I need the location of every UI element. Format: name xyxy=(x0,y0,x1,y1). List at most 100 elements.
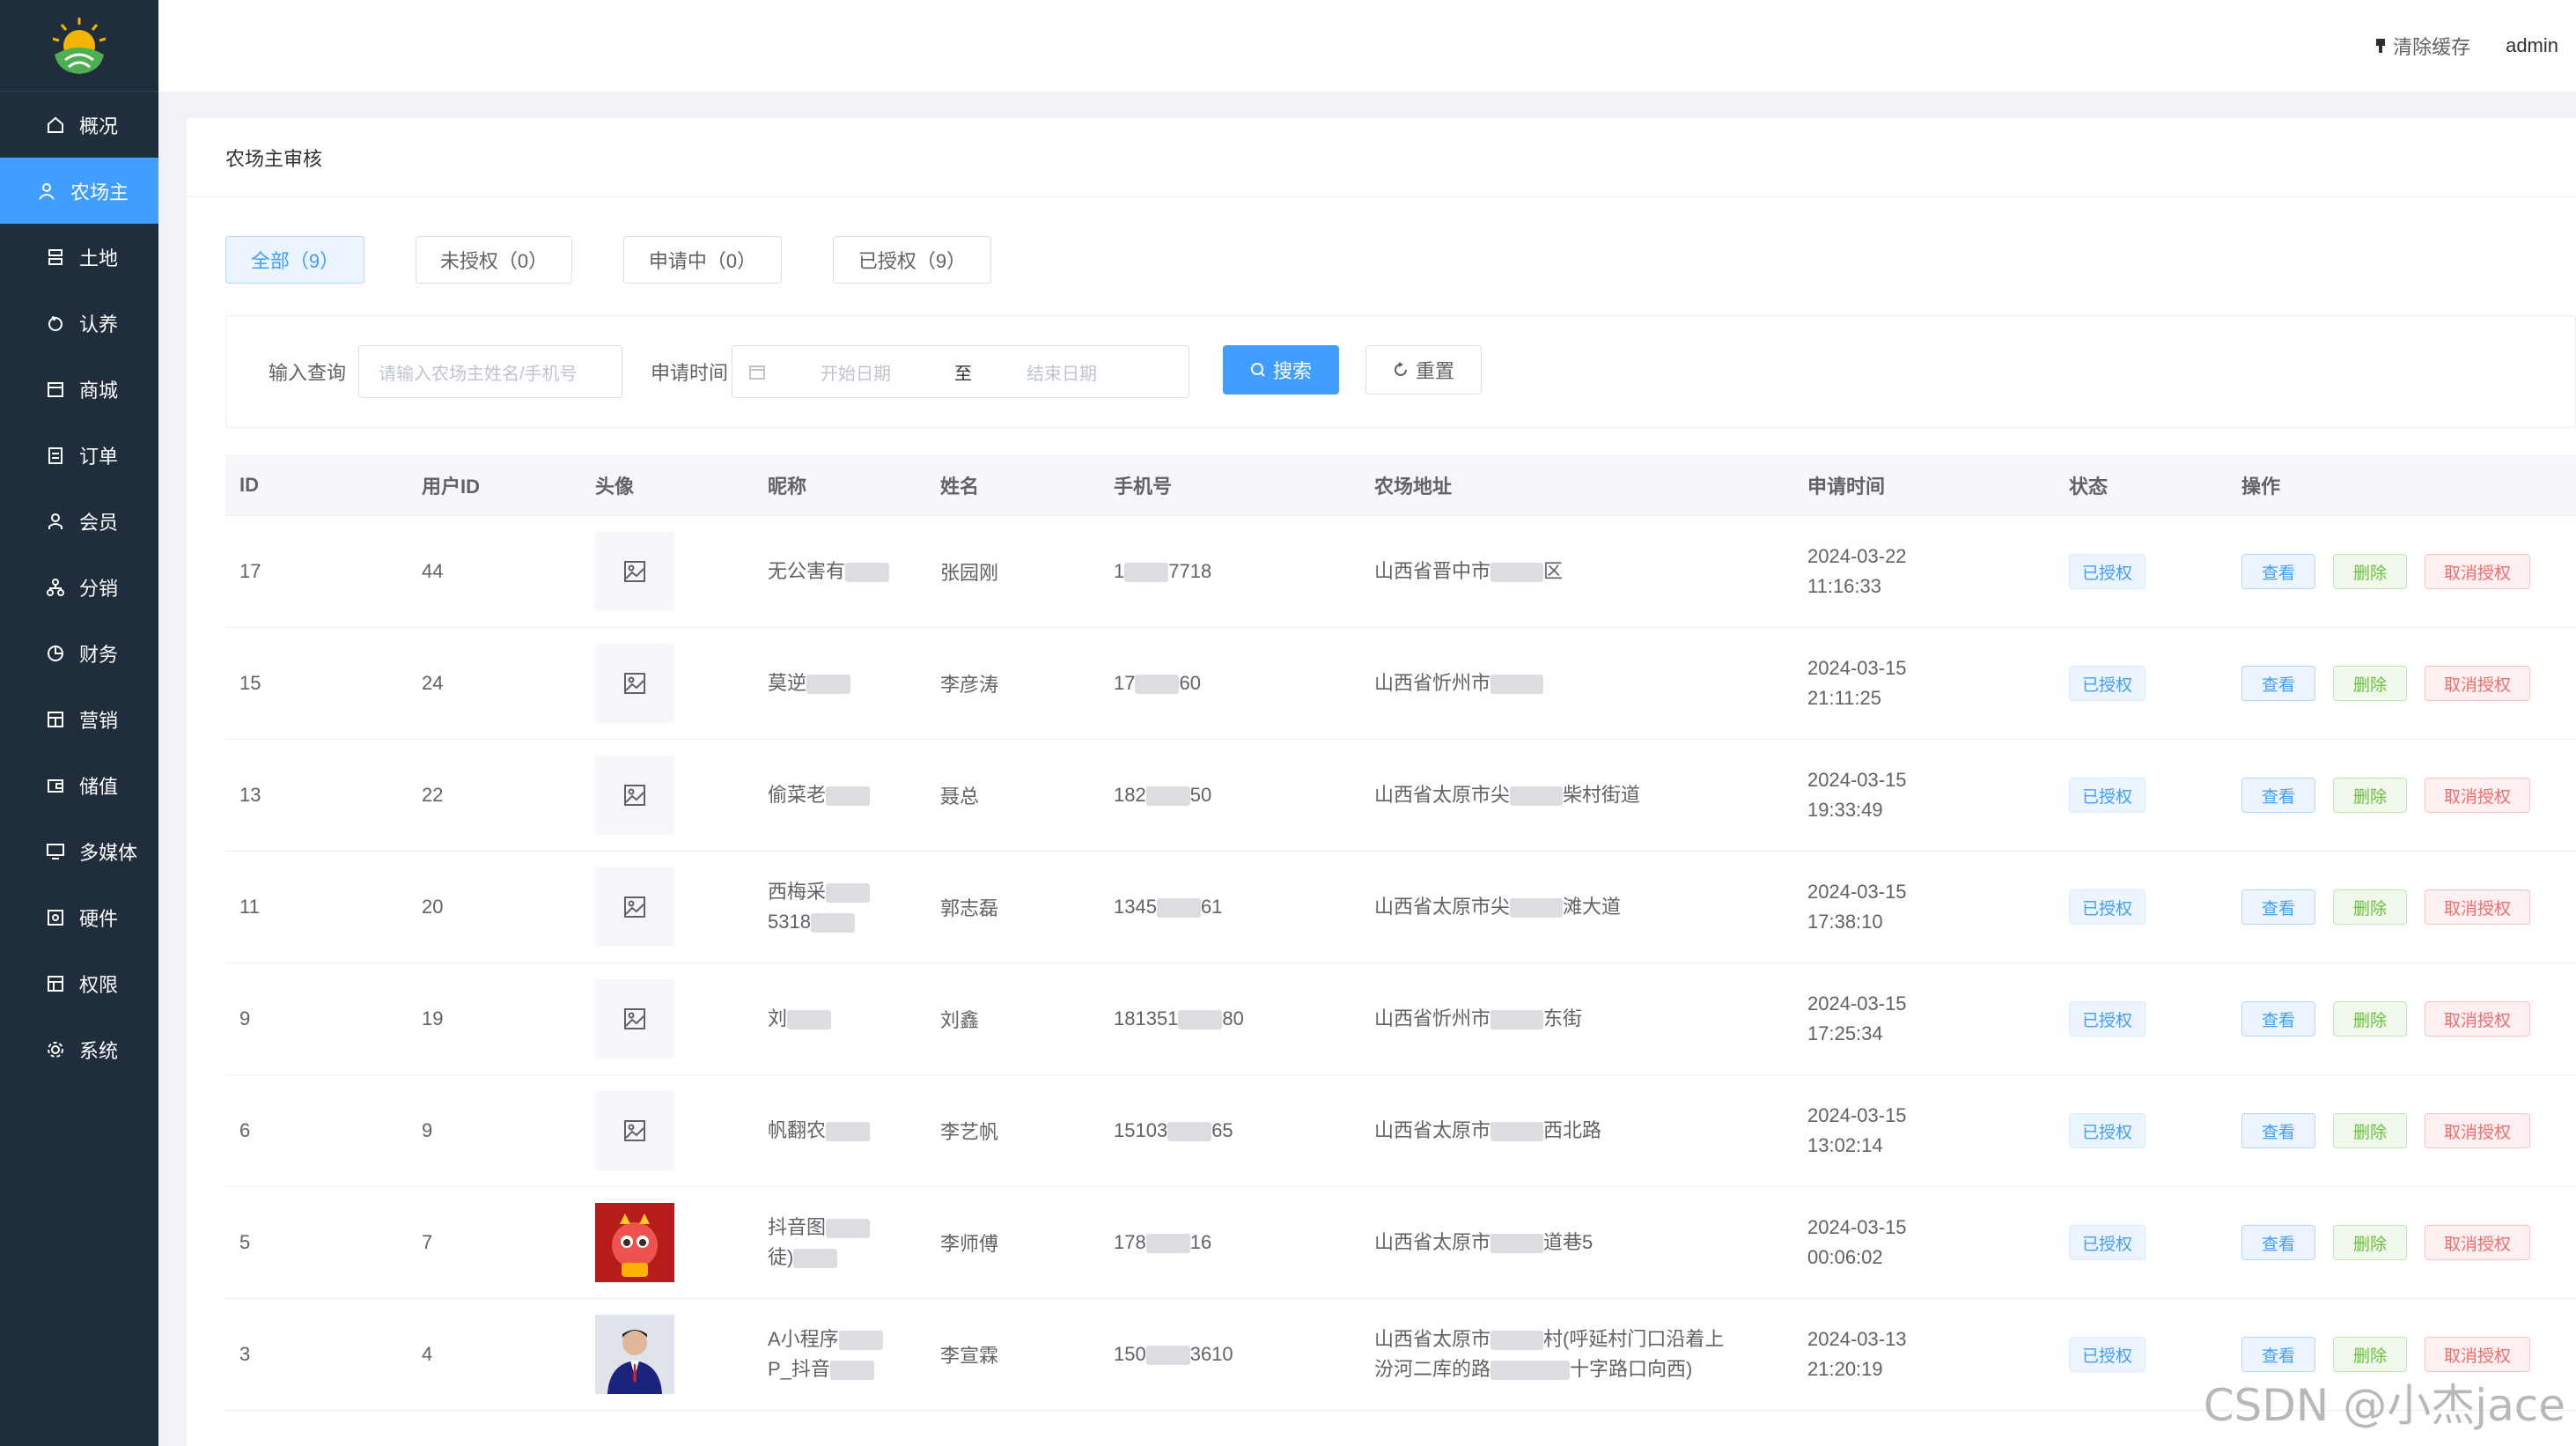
cancel-authorization-button[interactable]: 取消授权 xyxy=(2425,1337,2530,1372)
sidebar-item-hardware[interactable]: 硬件 xyxy=(0,884,158,950)
delete-button[interactable]: 删除 xyxy=(2333,554,2407,589)
sidebar-item-label: 多媒体 xyxy=(79,841,138,864)
cell-actions: 查看 删除 取消授权 xyxy=(2227,666,2553,701)
view-button[interactable]: 查看 xyxy=(2241,666,2315,701)
sidebar-item-shop[interactable]: 商城 xyxy=(0,356,158,422)
address-line1: 山西省太原市尖 xyxy=(1374,896,1511,918)
sidebar-item-farmer[interactable]: 农场主 xyxy=(0,158,158,224)
cancel-authorization-button[interactable]: 取消授权 xyxy=(2425,1113,2530,1148)
cell-nickname: A小程序 P_抖音 xyxy=(754,1324,926,1384)
status-badge: 已授权 xyxy=(2069,1337,2146,1372)
col-avatar[interactable]: 头像 xyxy=(581,471,754,499)
sidebar-item-system[interactable]: 系统 xyxy=(0,1016,158,1082)
delete-button[interactable]: 删除 xyxy=(2333,666,2407,701)
delete-button[interactable]: 删除 xyxy=(2333,1001,2407,1037)
sidebar-item-order[interactable]: 订单 xyxy=(0,422,158,488)
status-badge: 已授权 xyxy=(2069,889,2146,925)
clear-cache-button[interactable]: 清除缓存 xyxy=(2374,32,2470,60)
sidebar-item-finance[interactable]: 财务 xyxy=(0,620,158,686)
tab-authorized[interactable]: 已授权（9） xyxy=(833,236,991,284)
cell-avatar xyxy=(581,1203,754,1282)
farmer-table: ID 用户ID 头像 昵称 姓名 手机号 农场地址 申请时间 状态 操作 17 4… xyxy=(225,454,2576,1411)
sidebar-item-stored-value[interactable]: 储值 xyxy=(0,752,158,818)
main-panel: 农场主审核 全部（9） 未授权（0） 申请中（0） 已授权（9） 输入查询 请输… xyxy=(187,118,2576,1446)
sidebar-item-land[interactable]: 土地 xyxy=(0,224,158,290)
home-icon xyxy=(44,114,67,136)
apply-clock: 21:20:19 xyxy=(1807,1358,1883,1380)
col-nickname[interactable]: 昵称 xyxy=(754,471,926,499)
delete-button[interactable]: 删除 xyxy=(2333,889,2407,925)
avatar[interactable] xyxy=(595,756,674,835)
view-button[interactable]: 查看 xyxy=(2241,1001,2315,1037)
reset-button[interactable]: 重置 xyxy=(1365,345,1482,395)
tab-all[interactable]: 全部（9） xyxy=(225,236,364,284)
delete-button[interactable]: 删除 xyxy=(2333,1113,2407,1148)
start-date-input[interactable]: 开始日期 xyxy=(821,359,900,385)
cell-id: 11 xyxy=(239,896,260,918)
gear-icon xyxy=(44,1038,67,1061)
avatar[interactable] xyxy=(595,867,674,947)
col-apply-time[interactable]: 申请时间 xyxy=(1793,471,2055,499)
view-button[interactable]: 查看 xyxy=(2241,1113,2315,1148)
view-button[interactable]: 查看 xyxy=(2241,1225,2315,1260)
col-user-id[interactable]: 用户ID xyxy=(408,471,581,499)
sidebar-item-distribution[interactable]: 分销 xyxy=(0,554,158,620)
delete-button[interactable]: 删除 xyxy=(2333,778,2407,813)
sidebar-item-label: 认养 xyxy=(79,313,119,336)
apply-date: 2024-03-15 xyxy=(1807,992,1907,1014)
tab-unauthorized[interactable]: 未授权（0） xyxy=(416,236,572,284)
cancel-authorization-button[interactable]: 取消授权 xyxy=(2425,554,2530,589)
cancel-authorization-button[interactable]: 取消授权 xyxy=(2425,666,2530,701)
col-status[interactable]: 状态 xyxy=(2055,471,2227,499)
watermark: CSDN @小杰jace xyxy=(2203,1380,2565,1431)
search-input[interactable]: 请输入农场主姓名/手机号 xyxy=(358,345,622,398)
cancel-authorization-button[interactable]: 取消授权 xyxy=(2425,1001,2530,1037)
end-date-input[interactable]: 结束日期 xyxy=(1027,359,1097,385)
filter-bar: 输入查询 请输入农场主姓名/手机号 申请时间 开始日期 至 结束日期 搜索 重置 xyxy=(225,315,2576,428)
app-logo[interactable] xyxy=(0,0,158,92)
cancel-authorization-button[interactable]: 取消授权 xyxy=(2425,1225,2530,1260)
search-button[interactable]: 搜索 xyxy=(1223,345,1339,395)
avatar[interactable] xyxy=(595,532,674,611)
table-header: ID 用户ID 头像 昵称 姓名 手机号 农场地址 申请时间 状态 操作 xyxy=(225,454,2576,516)
view-button[interactable]: 查看 xyxy=(2241,889,2315,925)
sidebar-item-permission[interactable]: 权限 xyxy=(0,950,158,1016)
sidebar-item-marketing[interactable]: 营销 xyxy=(0,686,158,752)
cell-status: 已授权 xyxy=(2055,554,2227,589)
cell-user-id: 9 xyxy=(422,1119,433,1141)
cancel-authorization-button[interactable]: 取消授权 xyxy=(2425,889,2530,925)
avatar[interactable] xyxy=(595,644,674,723)
sidebar-item-overview[interactable]: 概况 xyxy=(0,92,158,158)
view-button[interactable]: 查看 xyxy=(2241,1337,2315,1372)
delete-button[interactable]: 删除 xyxy=(2333,1337,2407,1372)
image-placeholder-icon xyxy=(624,896,645,918)
tab-applying[interactable]: 申请中（0） xyxy=(623,236,782,284)
finance-icon xyxy=(44,642,67,665)
avatar[interactable] xyxy=(595,1091,674,1170)
col-actions[interactable]: 操作 xyxy=(2227,471,2553,499)
cancel-authorization-button[interactable]: 取消授权 xyxy=(2425,778,2530,813)
cell-user-id: 19 xyxy=(422,1007,444,1029)
cell-status: 已授权 xyxy=(2055,778,2227,813)
cell-user-id: 4 xyxy=(422,1343,433,1365)
col-address[interactable]: 农场地址 xyxy=(1360,471,1793,499)
avatar[interactable] xyxy=(595,1315,674,1394)
image-placeholder-icon xyxy=(624,561,645,582)
redacted-block xyxy=(1135,675,1180,695)
avatar[interactable] xyxy=(595,979,674,1059)
cell-avatar xyxy=(581,756,754,835)
col-phone[interactable]: 手机号 xyxy=(1100,471,1360,499)
sidebar-item-media[interactable]: 多媒体 xyxy=(0,818,158,884)
col-id[interactable]: ID xyxy=(225,474,408,497)
sidebar-item-member[interactable]: 会员 xyxy=(0,488,158,554)
status-badge: 已授权 xyxy=(2069,778,2146,813)
view-button[interactable]: 查看 xyxy=(2241,778,2315,813)
avatar[interactable] xyxy=(595,1203,674,1282)
date-range-picker[interactable]: 开始日期 至 结束日期 xyxy=(732,345,1189,398)
user-menu[interactable]: admin xyxy=(2506,34,2558,57)
view-button[interactable]: 查看 xyxy=(2241,554,2315,589)
delete-button[interactable]: 删除 xyxy=(2333,1225,2407,1260)
sidebar-item-adopt[interactable]: 认养 xyxy=(0,290,158,356)
col-name[interactable]: 姓名 xyxy=(926,471,1100,499)
table-row: 15 24 莫逆 李彦涛 17 60 山西省忻州市 2024-03-15 21:11:25 已授权… xyxy=(225,628,2576,740)
